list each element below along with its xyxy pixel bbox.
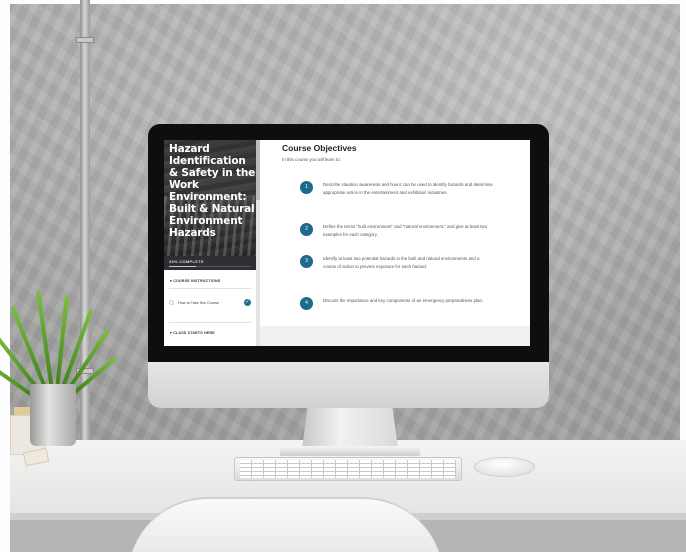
page-title: Course Objectives	[282, 143, 357, 153]
pipe-clamp	[76, 37, 94, 43]
section-toggle-class-starts-here[interactable]: ▾ CLASS STARTS HERE	[170, 331, 215, 335]
plant-pot	[30, 384, 76, 446]
objective-number-badge: 2	[300, 223, 313, 236]
monitor-stand	[302, 405, 398, 449]
objectives-intro: In this course you will learn to:	[282, 157, 341, 162]
photo-border-left	[0, 0, 10, 552]
caret-down-icon: ▾	[170, 279, 173, 283]
objective-item: 3 Identify at least two potential hazard…	[300, 255, 520, 272]
course-title: Hazard Identification & Safety in the Wo…	[169, 143, 256, 239]
objective-number-badge: 3	[300, 255, 313, 268]
objective-item: 2 Define the terms "built environment" a…	[300, 223, 520, 240]
objective-text: Discuss the importance and key component…	[323, 298, 484, 303]
content-footer-strip	[260, 326, 530, 346]
photo-border-top	[0, 0, 686, 4]
course-progress-bar	[169, 266, 251, 267]
objective-text: Describe situation awareness and how it …	[323, 182, 493, 196]
photo-scene: Hazard Identification & Safety in the Wo…	[0, 0, 686, 552]
lesson-status-circle-icon	[169, 300, 174, 305]
section-toggle-course-instructions[interactable]: ▾ COURSE INSTRUCTIONS	[170, 279, 220, 283]
lesson-label: How to Take this Course	[178, 300, 220, 305]
mouse	[474, 457, 535, 477]
objective-text: Define the terms "built environment" and…	[323, 224, 488, 238]
monitor-screen: Hazard Identification & Safety in the Wo…	[164, 140, 530, 346]
lesson-item-how-to-take[interactable]: How to Take this Course ✓	[169, 298, 251, 307]
monitor-chin	[148, 362, 549, 408]
objective-item: 1 Describe situation awareness and how i…	[300, 181, 520, 198]
check-circle-icon: ✓	[244, 299, 251, 306]
caret-down-icon: ▾	[170, 331, 173, 335]
course-progress-fill	[169, 266, 197, 267]
objective-text: Identify at least two potential hazards …	[323, 256, 480, 270]
divider	[169, 288, 251, 289]
course-sidebar: Hazard Identification & Safety in the Wo…	[164, 140, 256, 346]
monitor-stand-base	[280, 446, 420, 456]
lesson-content: Course Objectives In this course you wil…	[260, 140, 530, 346]
objective-number-badge: 1	[300, 181, 313, 194]
objective-item: 4 Discuss the importance and key compone…	[300, 297, 520, 310]
keyboard-keys	[240, 460, 456, 478]
objective-number-badge: 4	[300, 297, 313, 310]
divider	[169, 322, 251, 323]
course-progress-label: 33% COMPLETE	[169, 259, 204, 264]
chair-back	[128, 497, 443, 552]
